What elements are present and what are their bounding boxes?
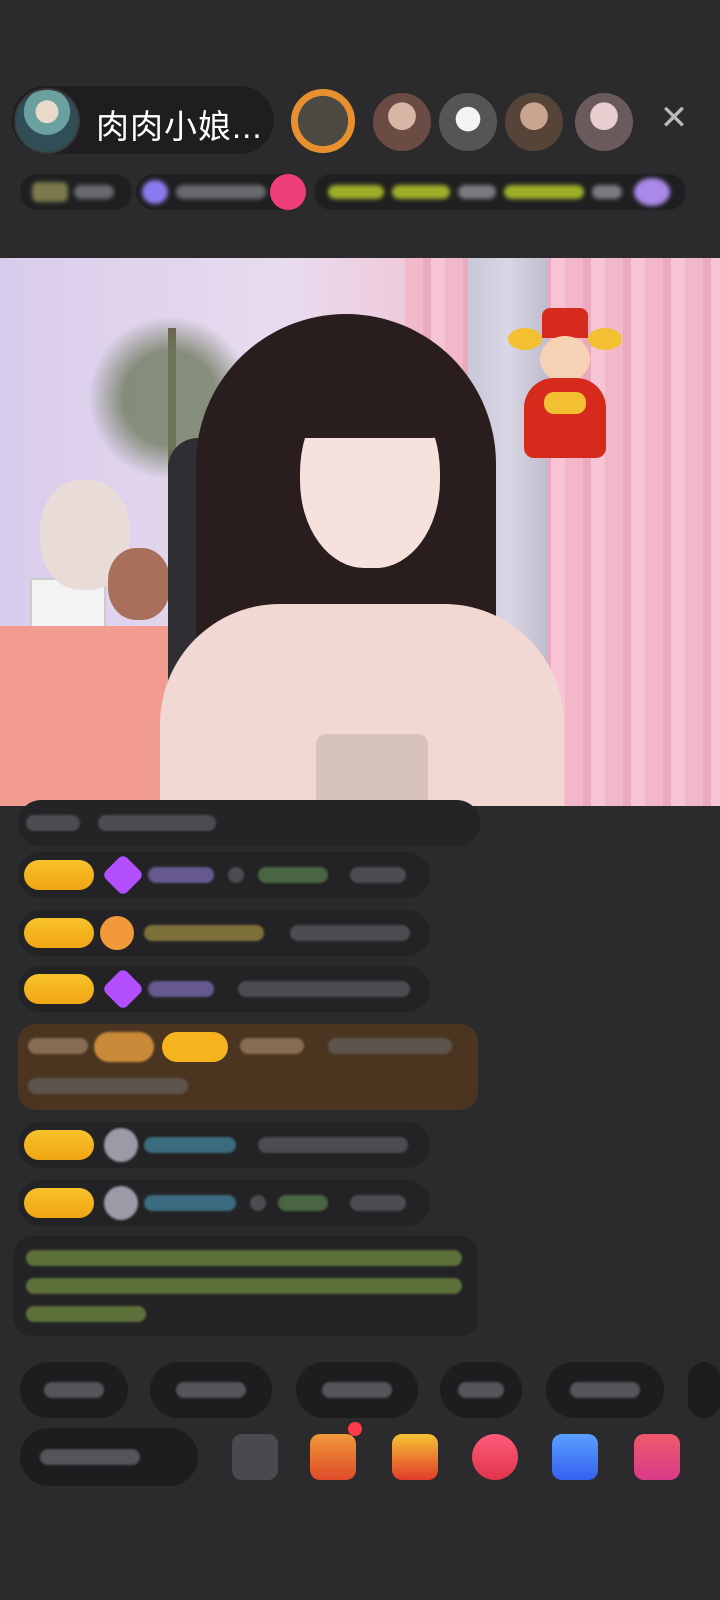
activity-icon[interactable] [310, 1434, 356, 1480]
streamer-top [316, 734, 428, 806]
host-avatar[interactable] [14, 88, 80, 154]
rank-chip[interactable] [136, 174, 306, 210]
gift-icon [270, 174, 306, 210]
quick-chip-4[interactable] [440, 1362, 522, 1418]
game-icon[interactable] [472, 1434, 518, 1480]
quick-chip-1[interactable] [20, 1362, 128, 1418]
fan-badge [24, 918, 94, 948]
live-video[interactable] [0, 258, 720, 806]
user-avatar [104, 1186, 138, 1220]
god-of-wealth-sticker [508, 306, 622, 466]
chat-highlight-message[interactable] [18, 1024, 478, 1110]
orange-gem-icon [100, 916, 134, 950]
chat-message-2[interactable] [18, 910, 430, 956]
fan-badge [24, 974, 94, 1004]
quick-chip-3[interactable] [296, 1362, 418, 1418]
notification-dot [348, 1422, 362, 1436]
chat-message-5[interactable] [18, 1180, 430, 1226]
host-name[interactable]: 肉肉小娘... [96, 100, 263, 148]
fan-badge [24, 860, 94, 890]
chat-message-1[interactable] [18, 852, 430, 898]
quick-chip-5[interactable] [546, 1362, 664, 1418]
emoji-icon[interactable] [232, 1434, 278, 1480]
quick-chip-6[interactable] [688, 1362, 720, 1418]
gift-box-icon[interactable] [634, 1434, 680, 1480]
fan-badge [24, 1130, 94, 1160]
chat-message-4[interactable] [18, 1122, 430, 1168]
chat-message-3[interactable] [18, 966, 430, 1012]
top-viewer-avatar-2[interactable] [370, 90, 434, 154]
quick-chip-2[interactable] [150, 1362, 272, 1418]
close-icon[interactable]: ✕ [654, 98, 694, 138]
chat-input[interactable] [20, 1428, 198, 1486]
top-viewer-avatar-4[interactable] [502, 90, 566, 154]
teddy-bear-brown [108, 548, 170, 620]
purple-gem-icon [101, 967, 145, 1011]
fan-club-chip[interactable] [20, 174, 132, 210]
fan-badge [24, 1188, 94, 1218]
red-packet-icon[interactable] [392, 1434, 438, 1480]
top-viewer-avatar-3[interactable] [436, 90, 500, 154]
top-viewer-avatar-5[interactable] [572, 90, 636, 154]
chat-announcement [14, 1236, 478, 1336]
chat-system-message [18, 800, 480, 846]
feature-icon[interactable] [552, 1434, 598, 1480]
top-viewer-avatar-1[interactable] [288, 86, 358, 156]
announcement-chip[interactable] [314, 174, 686, 210]
user-avatar [104, 1128, 138, 1162]
purple-gem-icon [101, 853, 145, 897]
